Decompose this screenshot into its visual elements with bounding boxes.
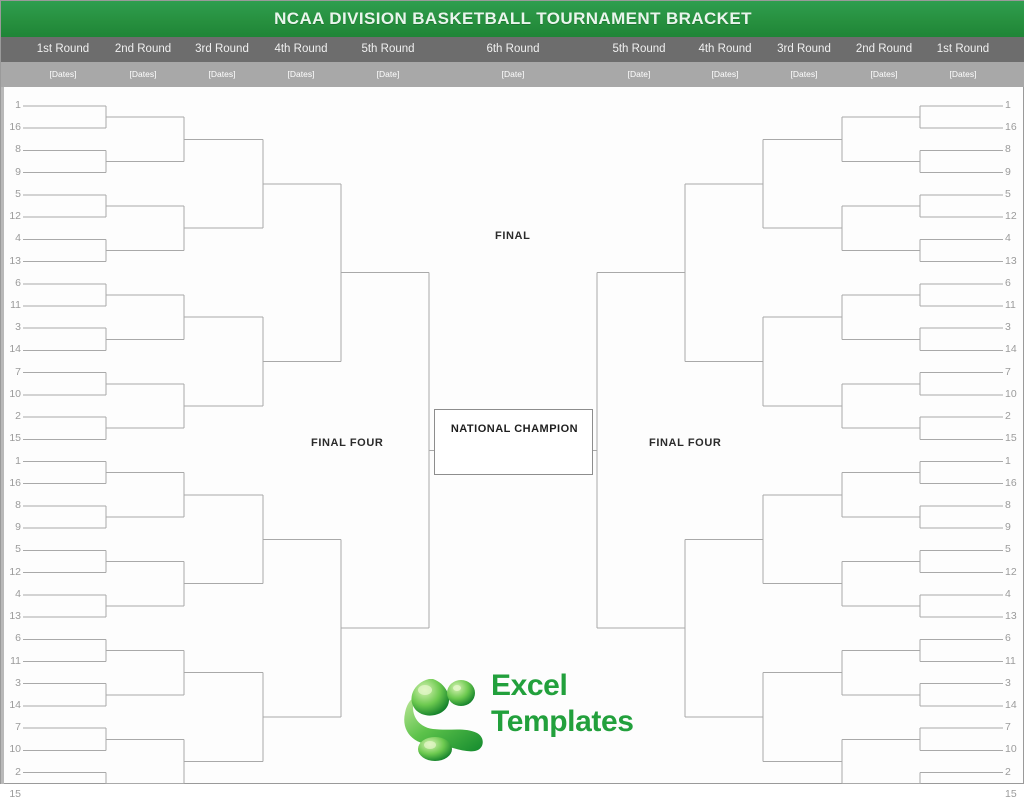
seed-label-right-18: 8 (1005, 498, 1011, 511)
round-date-7[interactable]: [Dates] (680, 62, 770, 87)
seed-label-left-29: 10 (9, 743, 21, 756)
seed-label-right-13: 10 (1005, 387, 1017, 400)
seed-label-right-8: 6 (1005, 276, 1011, 289)
seed-label-left-28: 7 (15, 721, 21, 734)
seed-label-right-14: 2 (1005, 410, 1011, 423)
seed-label-right-31: 15 (1005, 787, 1017, 800)
seed-label-left-17: 16 (9, 476, 21, 489)
bracket-page: NCAA DIVISION BASKETBALL TOURNAMENT BRAC… (0, 0, 1024, 800)
seed-label-right-25: 11 (1005, 654, 1016, 667)
seed-label-left-4: 5 (15, 187, 21, 200)
final-four-left-label: FINAL FOUR (311, 437, 384, 449)
seed-label-left-26: 3 (15, 676, 21, 689)
round-date-5[interactable]: [Date] (468, 62, 558, 87)
seed-label-left-1: 16 (9, 121, 21, 134)
seed-label-left-12: 7 (15, 365, 21, 378)
page-title: NCAA DIVISION BASKETBALL TOURNAMENT BRAC… (274, 9, 752, 28)
seed-label-right-29: 10 (1005, 743, 1017, 756)
seed-label-right-22: 4 (1005, 587, 1011, 600)
seed-label-right-0: 1 (1005, 99, 1011, 111)
seed-label-left-15: 15 (9, 432, 21, 445)
round-header-4: 5th Round (361, 43, 415, 55)
title-bar: NCAA DIVISION BASKETBALL TOURNAMENT BRAC… (1, 1, 1024, 37)
seed-label-left-6: 4 (15, 232, 21, 245)
seed-label-left-13: 10 (9, 387, 21, 400)
round-date-8[interactable]: [Dates] (759, 62, 849, 87)
seed-label-left-30: 2 (15, 765, 21, 778)
logo-text-line2: Templates (491, 705, 634, 738)
seed-label-right-4: 5 (1005, 187, 1011, 200)
round-date-10[interactable]: [Dates] (918, 62, 1008, 87)
seed-label-left-16: 1 (15, 454, 21, 467)
round-header-bar: 1st Round 2nd Round 3rd Round 4th Round 5th … (1, 37, 1024, 64)
round-date-6[interactable]: [Date] (594, 62, 684, 87)
seed-label-right-12: 7 (1005, 365, 1011, 378)
seed-label-right-16: 1 (1005, 454, 1011, 467)
seed-label-right-9: 11 (1005, 298, 1016, 311)
seed-label-right-28: 7 (1005, 721, 1011, 734)
seed-label-left-2: 8 (15, 143, 21, 156)
seed-label-left-3: 9 (15, 165, 21, 178)
seed-label-right-10: 3 (1005, 321, 1011, 334)
seed-label-right-11: 14 (1005, 343, 1017, 356)
excel-templates-logo: Excel Templates (399, 657, 639, 763)
seed-label-right-1: 16 (1005, 121, 1017, 134)
round-date-4[interactable]: [Date] (343, 62, 433, 87)
seed-label-left-31: 15 (9, 787, 21, 800)
seed-label-right-21: 12 (1005, 565, 1017, 578)
seed-label-left-8: 6 (15, 276, 21, 289)
national-champion-box[interactable]: NATIONAL CHAMPION (434, 409, 593, 475)
national-champion-label: NATIONAL CHAMPION (450, 423, 579, 435)
seed-label-right-2: 8 (1005, 143, 1011, 156)
seed-label-left-19: 9 (15, 521, 21, 534)
round-date-9[interactable]: [Dates] (839, 62, 929, 87)
seed-label-left-10: 3 (15, 321, 21, 334)
seed-label-right-20: 5 (1005, 543, 1011, 556)
seed-label-right-30: 2 (1005, 765, 1011, 778)
final-label: FINAL (495, 230, 531, 242)
seed-label-left-11: 14 (9, 343, 21, 356)
final-four-right-label: FINAL FOUR (649, 437, 722, 449)
round-date-3[interactable]: [Dates] (256, 62, 346, 87)
seed-label-right-26: 3 (1005, 676, 1011, 689)
seed-label-left-14: 2 (15, 410, 21, 423)
seed-label-left-0: 1 (15, 99, 21, 111)
seed-label-right-6: 4 (1005, 232, 1011, 245)
seed-label-right-24: 6 (1005, 632, 1011, 645)
round-date-2[interactable]: [Dates] (177, 62, 267, 87)
seed-label-right-5: 12 (1005, 210, 1017, 223)
seed-label-left-23: 13 (9, 610, 21, 623)
logo-text-line1: Excel (491, 669, 568, 702)
seed-label-left-9: 11 (10, 298, 21, 311)
seed-label-right-17: 16 (1005, 476, 1017, 489)
seed-label-right-15: 15 (1005, 432, 1017, 445)
round-date-1[interactable]: [Dates] (98, 62, 188, 87)
round-date-0[interactable]: [Dates] (18, 62, 108, 87)
round-header-5: 6th Round (486, 43, 540, 55)
seed-label-left-24: 6 (15, 632, 21, 645)
seed-label-right-23: 13 (1005, 610, 1017, 623)
seed-label-right-3: 9 (1005, 165, 1011, 178)
round-header-10: 1st Round (936, 43, 990, 55)
seed-label-right-7: 13 (1005, 254, 1017, 267)
seed-label-left-18: 8 (15, 498, 21, 511)
seed-label-right-19: 9 (1005, 521, 1011, 534)
seed-label-right-27: 14 (1005, 698, 1017, 711)
seed-label-left-22: 4 (15, 587, 21, 600)
seed-label-left-5: 12 (9, 210, 21, 223)
seed-label-left-21: 12 (9, 565, 21, 578)
seed-label-left-27: 14 (9, 698, 21, 711)
seed-label-left-7: 13 (9, 254, 21, 267)
seed-label-left-20: 5 (15, 543, 21, 556)
logo-mark-icon (404, 679, 483, 761)
seed-label-left-25: 11 (10, 654, 21, 667)
date-header-bar: [Dates] [Dates] [Dates] [Dates] [Date] [Date]… (1, 62, 1024, 87)
